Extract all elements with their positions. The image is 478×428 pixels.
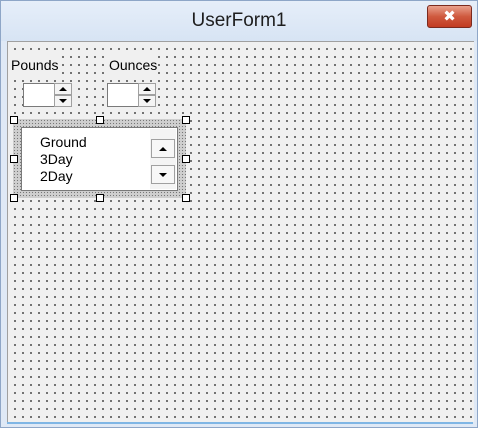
resize-handle-bottom-left[interactable] — [10, 194, 18, 202]
resize-handle-middle-left[interactable] — [10, 155, 18, 163]
down-arrow-icon — [143, 99, 151, 103]
spin-up-button[interactable] — [138, 83, 156, 95]
list-item[interactable]: 3Day — [40, 151, 73, 167]
scroll-down-arrow-icon — [159, 172, 167, 177]
spin-down-button[interactable] — [138, 95, 156, 107]
up-arrow-icon — [59, 87, 67, 91]
scroll-up-button[interactable] — [151, 139, 175, 158]
scroll-down-button[interactable] — [151, 165, 175, 184]
ounces-label[interactable]: Ounces — [108, 56, 159, 74]
up-arrow-icon — [143, 87, 151, 91]
close-button[interactable]: ✖ — [427, 5, 472, 28]
resize-handle-middle-right[interactable] — [182, 155, 190, 163]
shipping-listbox[interactable]: Ground 3Day 2Day — [21, 127, 178, 191]
list-item[interactable]: 2Day — [40, 168, 73, 184]
pounds-spinner[interactable] — [23, 83, 73, 107]
window-title: UserForm1 — [191, 10, 287, 31]
bottom-border — [7, 422, 473, 424]
ounces-text-field[interactable] — [107, 83, 138, 107]
resize-handle-top-right[interactable] — [182, 116, 190, 124]
ounces-spin-buttons — [138, 83, 156, 107]
pounds-label[interactable]: Pounds — [10, 56, 60, 74]
title-bar[interactable]: UserForm1 ✖ — [1, 1, 477, 41]
down-arrow-icon — [59, 99, 67, 103]
spin-up-button[interactable] — [54, 83, 72, 95]
ounces-spinner[interactable] — [107, 83, 157, 107]
pounds-spin-buttons — [54, 83, 72, 107]
form-design-surface[interactable] — [7, 41, 474, 422]
close-icon: ✖ — [443, 7, 456, 25]
resize-handle-top-left[interactable] — [10, 116, 18, 124]
scroll-up-arrow-icon — [159, 146, 167, 151]
spin-down-button[interactable] — [54, 95, 72, 107]
resize-handle-bottom-middle[interactable] — [96, 194, 104, 202]
resize-handle-top-middle[interactable] — [96, 116, 104, 124]
pounds-text-field[interactable] — [23, 83, 54, 107]
resize-handle-bottom-right[interactable] — [182, 194, 190, 202]
userform-window: UserForm1 ✖ Pounds Ounces Ground 3Day 2D… — [0, 0, 478, 428]
list-item[interactable]: Ground — [40, 134, 87, 150]
listbox-scrollbar[interactable] — [150, 129, 176, 189]
